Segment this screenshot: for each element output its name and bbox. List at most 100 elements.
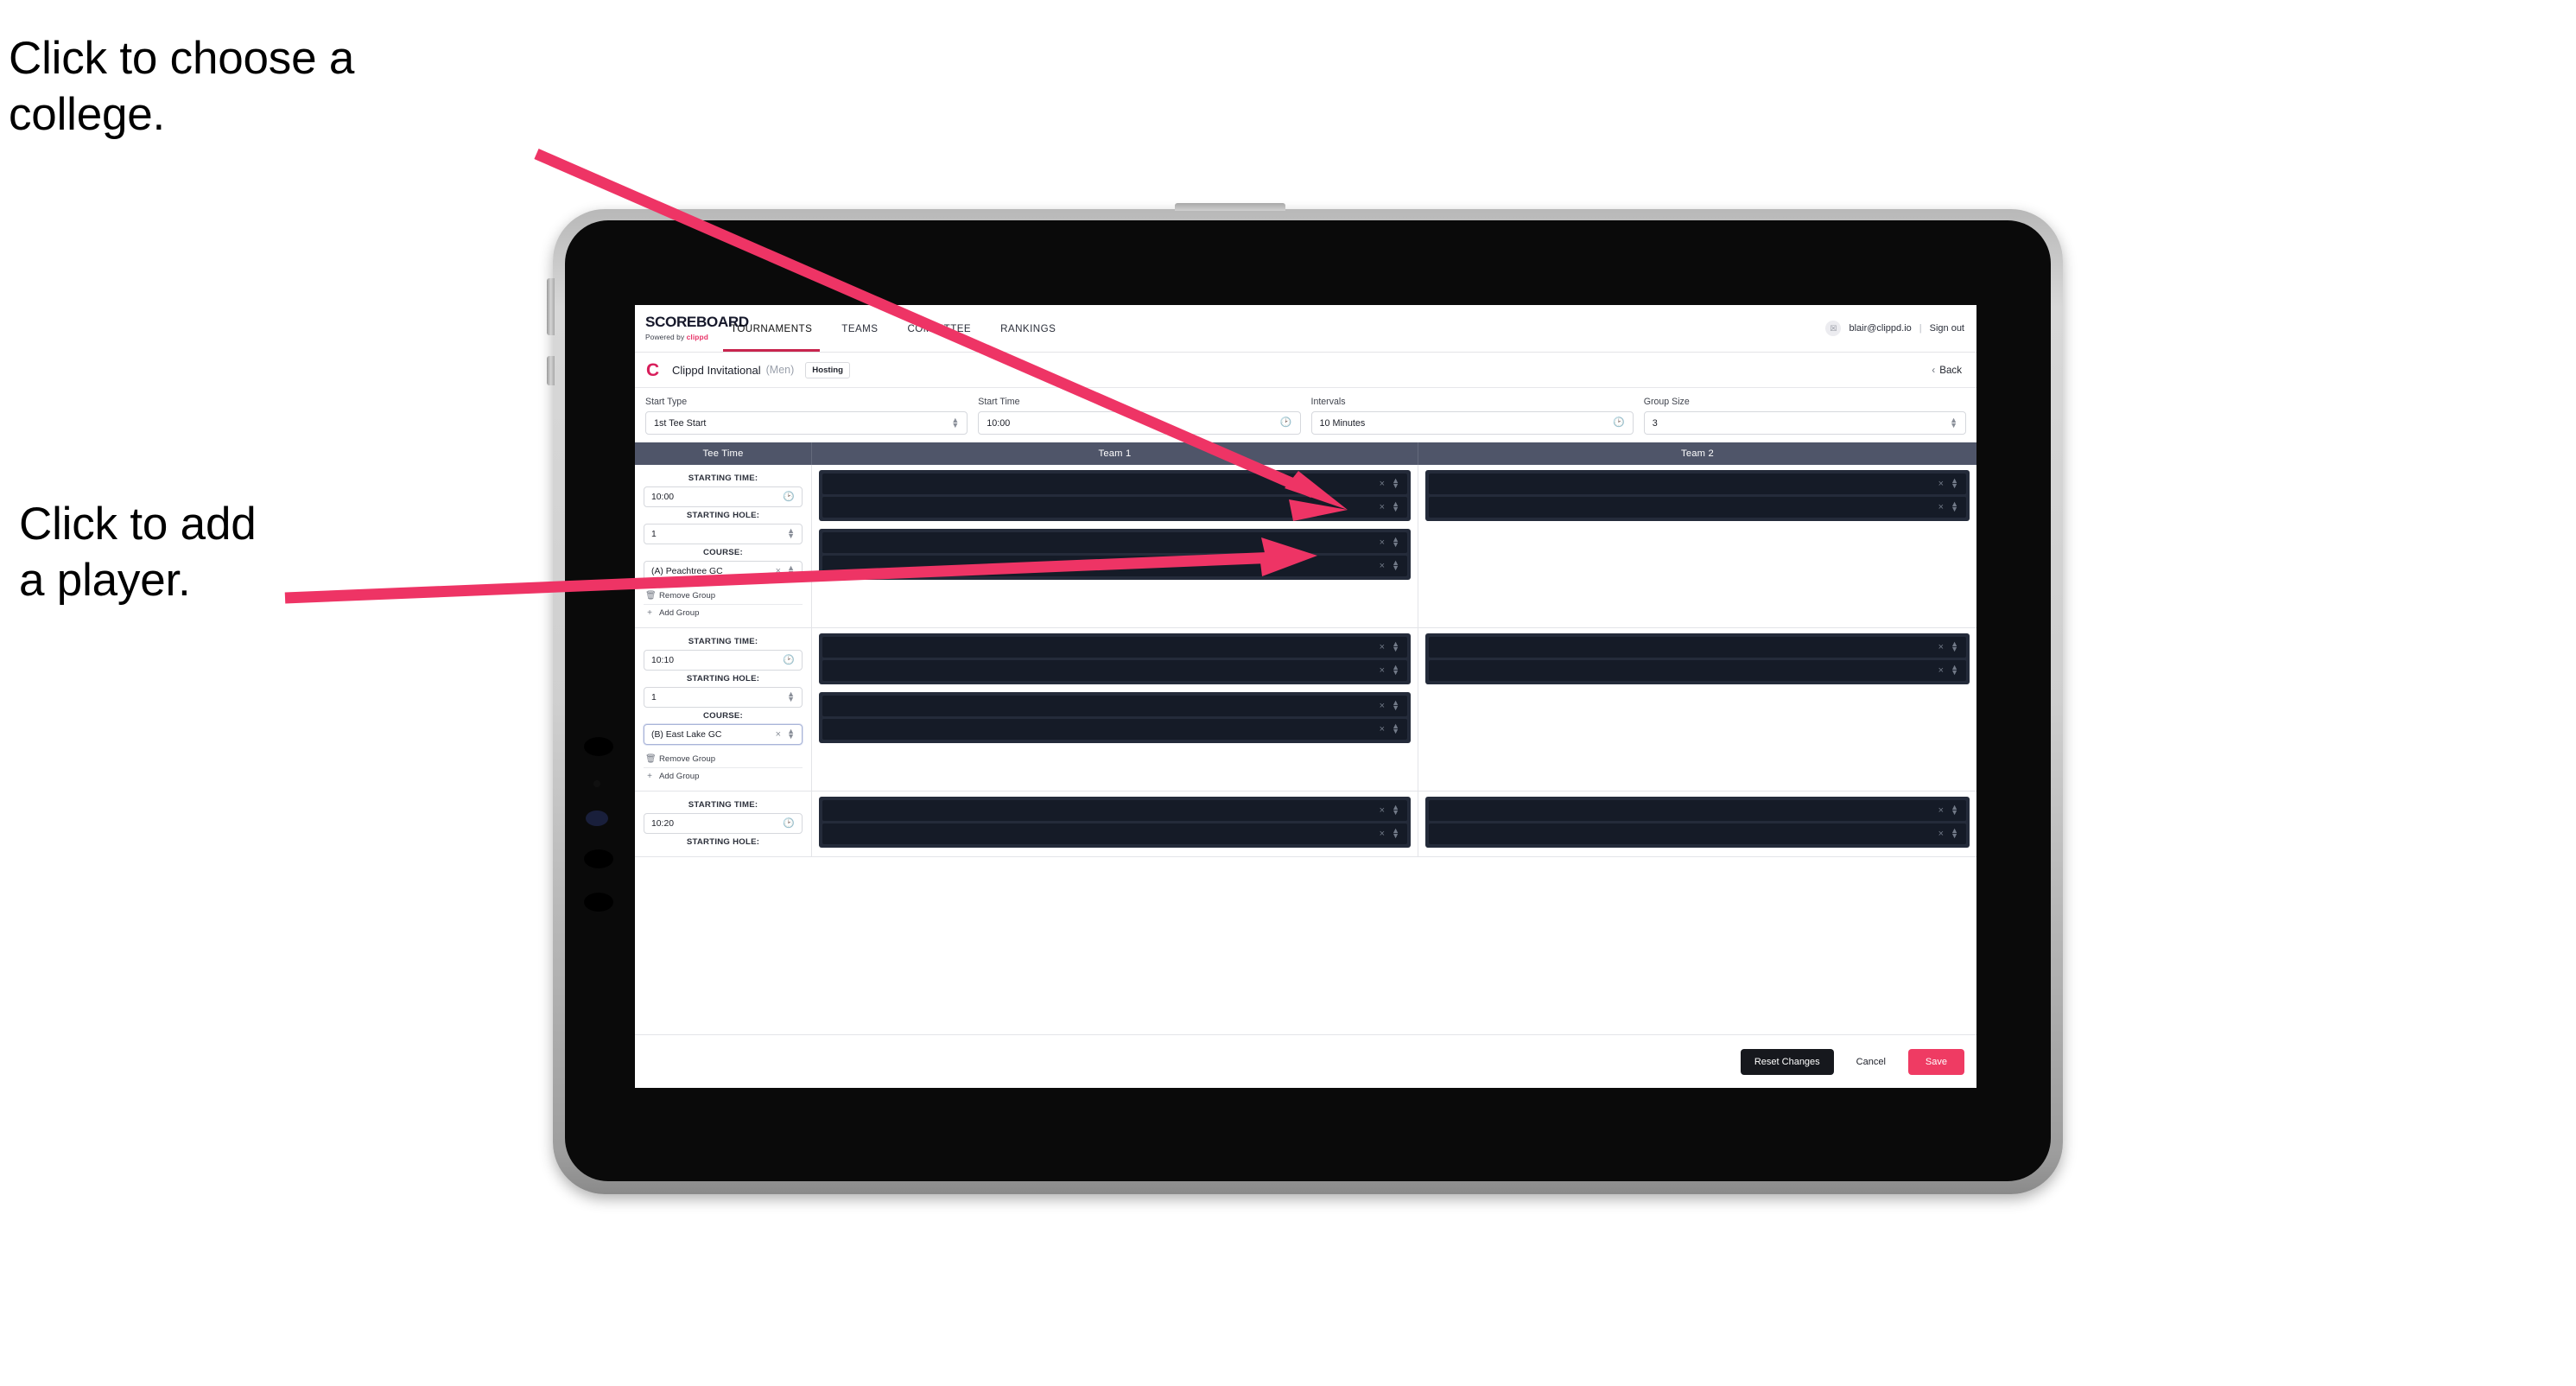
- clear-icon[interactable]: ×: [1380, 701, 1385, 711]
- intervals-input[interactable]: 10 Minutes 🕑: [1310, 411, 1634, 435]
- screen-artifact-4: [584, 849, 613, 868]
- stepper-icon[interactable]: ▲ ▼: [1951, 477, 1958, 489]
- player-slot-actions: × ▲ ▼: [1938, 477, 1958, 489]
- player-slot[interactable]: × ▲ ▼: [822, 532, 1407, 553]
- player-group-card: × ▲ ▼ × ▲ ▼: [1425, 470, 1970, 521]
- starting-time-value: 10:00: [651, 492, 675, 502]
- nav-rankings[interactable]: RANKINGS: [986, 305, 1070, 352]
- player-slot[interactable]: × ▲ ▼: [822, 696, 1407, 716]
- starting-time-input[interactable]: 10:20 🕑: [644, 813, 803, 834]
- settings-controls-row: Start Type 1st Tee Start ▲ ▼ Start Time 1…: [635, 388, 1976, 442]
- clear-icon[interactable]: ×: [1380, 502, 1385, 512]
- avatar[interactable]: ☒: [1825, 321, 1842, 336]
- clear-icon[interactable]: ×: [1380, 665, 1385, 676]
- column-header-team-2: Team 2: [1681, 448, 1714, 459]
- stepper-icon[interactable]: ▲ ▼: [1951, 804, 1958, 816]
- stepper-icon[interactable]: ▲ ▼: [787, 527, 795, 539]
- nav-committee[interactable]: COMMITTEE: [892, 305, 986, 352]
- nav-separator: |: [1919, 323, 1922, 334]
- sign-out-link[interactable]: Sign out: [1930, 323, 1964, 334]
- stepper-icon[interactable]: ▲ ▼: [1392, 640, 1399, 652]
- stepper-icon[interactable]: ▲ ▼: [787, 564, 795, 576]
- group-actions: 🗑 Remove Group + Add Group: [644, 751, 803, 785]
- remove-group-button[interactable]: 🗑 Remove Group: [644, 588, 803, 605]
- player-slot[interactable]: × ▲ ▼: [822, 660, 1407, 681]
- clear-icon[interactable]: ×: [1938, 829, 1944, 839]
- clear-icon[interactable]: ×: [1938, 479, 1944, 489]
- clear-icon[interactable]: ×: [1938, 665, 1944, 676]
- starting-time-input[interactable]: 10:00 🕑: [644, 486, 803, 507]
- starting-hole-input[interactable]: 1 ▲ ▼: [644, 687, 803, 708]
- stepper-icon[interactable]: ▲ ▼: [1392, 559, 1399, 571]
- clock-icon[interactable]: 🕑: [783, 492, 795, 502]
- clear-icon[interactable]: ×: [1938, 805, 1944, 816]
- nav-teams[interactable]: TEAMS: [827, 305, 892, 352]
- brand-logo[interactable]: SCOREBOARD Powered by clippd: [635, 305, 749, 352]
- player-slot[interactable]: × ▲ ▼: [1429, 637, 1966, 658]
- course-input[interactable]: (A) Peachtree GC × ▲ ▼: [644, 561, 803, 582]
- start-type-select[interactable]: 1st Tee Start ▲ ▼: [645, 411, 968, 435]
- stepper-icon[interactable]: ▲ ▼: [1392, 699, 1399, 711]
- clear-icon[interactable]: ×: [1938, 502, 1944, 512]
- stepper-icon[interactable]: ▲ ▼: [1951, 827, 1958, 839]
- remove-group-button[interactable]: 🗑 Remove Group: [644, 751, 803, 768]
- stepper-icon[interactable]: ▲ ▼: [951, 416, 959, 428]
- starting-time-value: 10:10: [651, 655, 675, 665]
- clock-icon[interactable]: 🕑: [783, 655, 795, 665]
- clear-icon[interactable]: ×: [776, 566, 781, 576]
- stepper-icon[interactable]: ▲ ▼: [787, 690, 795, 703]
- group-size-input[interactable]: 3 ▲ ▼: [1643, 411, 1966, 435]
- clock-icon[interactable]: 🕑: [783, 818, 795, 829]
- stepper-icon[interactable]: ▲ ▼: [1392, 827, 1399, 839]
- clear-icon[interactable]: ×: [1380, 479, 1385, 489]
- player-slot[interactable]: × ▲ ▼: [822, 497, 1407, 518]
- stepper-icon[interactable]: ▲ ▼: [1392, 804, 1399, 816]
- clear-icon[interactable]: ×: [1380, 537, 1385, 548]
- player-slot[interactable]: × ▲ ▼: [822, 474, 1407, 494]
- clear-icon[interactable]: ×: [1938, 642, 1944, 652]
- stepper-icon[interactable]: ▲ ▼: [1392, 722, 1399, 734]
- clock-icon[interactable]: 🕑: [1280, 418, 1292, 428]
- stepper-icon[interactable]: ▲ ▼: [1392, 477, 1399, 489]
- player-slot[interactable]: × ▲ ▼: [1429, 474, 1966, 494]
- player-slot[interactable]: × ▲ ▼: [822, 719, 1407, 740]
- add-group-button[interactable]: + Add Group: [644, 768, 803, 785]
- stepper-icon[interactable]: ▲ ▼: [1951, 664, 1958, 676]
- clear-icon[interactable]: ×: [1380, 829, 1385, 839]
- clear-icon[interactable]: ×: [1380, 805, 1385, 816]
- course-input[interactable]: (B) East Lake GC × ▲ ▼: [644, 724, 803, 745]
- player-slot[interactable]: × ▲ ▼: [1429, 497, 1966, 518]
- stepper-icon[interactable]: ▲ ▼: [1951, 500, 1958, 512]
- group-actions: 🗑 Remove Group + Add Group: [644, 588, 803, 621]
- clear-icon[interactable]: ×: [1380, 724, 1385, 734]
- player-slot[interactable]: × ▲ ▼: [822, 556, 1407, 576]
- stepper-icon[interactable]: ▲ ▼: [1950, 416, 1957, 428]
- save-button[interactable]: Save: [1907, 1048, 1964, 1075]
- reset-changes-button[interactable]: Reset Changes: [1740, 1048, 1834, 1075]
- starting-hole-input[interactable]: 1 ▲ ▼: [644, 524, 803, 544]
- cancel-button[interactable]: Cancel: [1848, 1049, 1894, 1075]
- back-button[interactable]: ‹ Back: [1932, 364, 1965, 376]
- page-title: Clippd Invitational: [672, 363, 761, 377]
- player-slot[interactable]: × ▲ ▼: [1429, 800, 1966, 821]
- starting-time-input[interactable]: 10:10 🕑: [644, 650, 803, 671]
- clear-icon[interactable]: ×: [1380, 642, 1385, 652]
- player-slot[interactable]: × ▲ ▼: [822, 800, 1407, 821]
- player-slot[interactable]: × ▲ ▼: [822, 823, 1407, 844]
- stepper-icon[interactable]: ▲ ▼: [1951, 640, 1958, 652]
- stepper-icon[interactable]: ▲ ▼: [1392, 500, 1399, 512]
- player-slot[interactable]: × ▲ ▼: [1429, 823, 1966, 844]
- player-slot-actions: × ▲ ▼: [1380, 477, 1399, 489]
- start-time-input[interactable]: 10:00 🕑: [978, 411, 1301, 435]
- stepper-icon[interactable]: ▲ ▼: [1392, 536, 1399, 548]
- player-slot[interactable]: × ▲ ▼: [1429, 660, 1966, 681]
- stepper-icon[interactable]: ▲ ▼: [1392, 664, 1399, 676]
- clear-icon[interactable]: ×: [776, 729, 781, 740]
- annotation-add-player: Click to add a player.: [19, 499, 257, 606]
- stepper-icon[interactable]: ▲ ▼: [787, 728, 795, 740]
- clear-icon[interactable]: ×: [1380, 561, 1385, 571]
- clock-icon[interactable]: 🕑: [1613, 418, 1625, 428]
- nav-tournaments[interactable]: TOURNAMENTS: [716, 305, 827, 352]
- add-group-button[interactable]: + Add Group: [644, 605, 803, 621]
- player-slot[interactable]: × ▲ ▼: [822, 637, 1407, 658]
